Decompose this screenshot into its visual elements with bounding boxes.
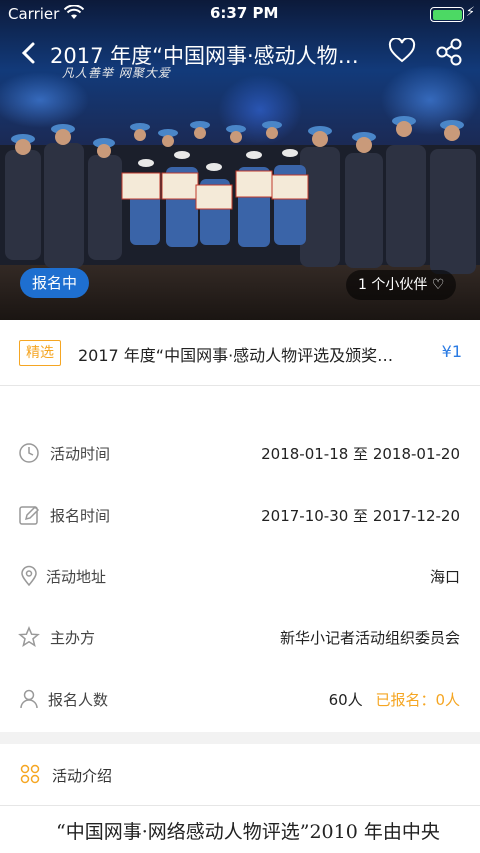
info-value: 新华小记者活动组织委员会 [279, 629, 460, 647]
intro-text: “中国网事·网络感动人物评选”2010 年由中央 [56, 821, 440, 843]
status-bar: Carrier 6:37 PM ⚡ [0, 0, 480, 28]
event-name: 2017 年度“中国网事·感动人物评选及颁奖… [78, 346, 394, 365]
info-label: 主办方 [50, 629, 96, 647]
info-row-organizer: 主办方 新华小记者活动组织委员会 [0, 608, 480, 668]
group-photo [0, 116, 480, 274]
info-value: 2017-10-30 至 2017-12-20 [261, 507, 460, 525]
info-label: 报名人数 [48, 691, 109, 709]
page-title: 2017 年度“中国网事·感动人物评选及颁奖… [50, 44, 370, 68]
small-heart-icon: ♡ [431, 277, 445, 293]
intro-title: 活动介绍 [52, 767, 113, 785]
nav-bar: 2017 年度“中国网事·感动人物评选及颁奖… [0, 34, 480, 74]
battery-icon [430, 7, 464, 22]
info-label: 活动地址 [46, 568, 107, 586]
star-icon [18, 626, 40, 648]
companions-label: 1 个小伙伴 [358, 277, 428, 293]
info-label: 活动时间 [50, 445, 111, 463]
companions-button[interactable]: 1 个小伙伴 ♡ [346, 270, 457, 300]
wifi-icon [64, 5, 84, 19]
event-title-row: 精选 2017 年度“中国网事·感动人物评选及颁奖… ¥1 [0, 320, 480, 386]
clock-time: 6:37 PM [210, 4, 279, 22]
clock-icon [19, 443, 39, 463]
intro-section-header: 活动介绍 [0, 744, 480, 806]
info-row-activity-time: 活动时间 2018-01-18 至 2018-01-20 [0, 424, 480, 484]
person-icon [20, 689, 38, 709]
info-value: 海口 [429, 568, 460, 586]
info-value-group: 60人 已报名：0人 [329, 689, 460, 710]
charging-icon: ⚡ [465, 5, 475, 20]
info-row-attendees: 报名人数 60人 已报名：0人 [0, 670, 480, 730]
grid-icon [20, 764, 40, 784]
attendee-capacity: 60人 [328, 691, 363, 709]
location-icon [21, 565, 37, 587]
edit-icon [19, 505, 40, 525]
hero-image: 凡人善举 网聚大爱 Carrier 6:37 PM ⚡ 2017 年度“中国网事… [0, 0, 480, 320]
info-value: 2018-01-18 至 2018-01-20 [261, 445, 460, 463]
featured-tag: 精选 [19, 340, 61, 366]
registered-count: 已报名：0人 [375, 691, 460, 709]
registration-status-badge: 报名中 [20, 268, 90, 298]
favorite-heart-icon[interactable] [388, 38, 416, 64]
event-price: ¥1 [441, 342, 462, 361]
back-arrow-icon[interactable] [18, 38, 38, 68]
share-icon[interactable] [436, 38, 464, 66]
info-label: 报名时间 [50, 507, 111, 525]
section-divider [0, 732, 480, 744]
event-info-list: 活动时间 2018-01-18 至 2018-01-20 报名时间 2017-1… [0, 386, 480, 732]
carrier-label: Carrier [8, 5, 60, 23]
info-row-signup-time: 报名时间 2017-10-30 至 2017-12-20 [0, 486, 480, 546]
info-row-location: 活动地址 海口 [0, 547, 480, 607]
